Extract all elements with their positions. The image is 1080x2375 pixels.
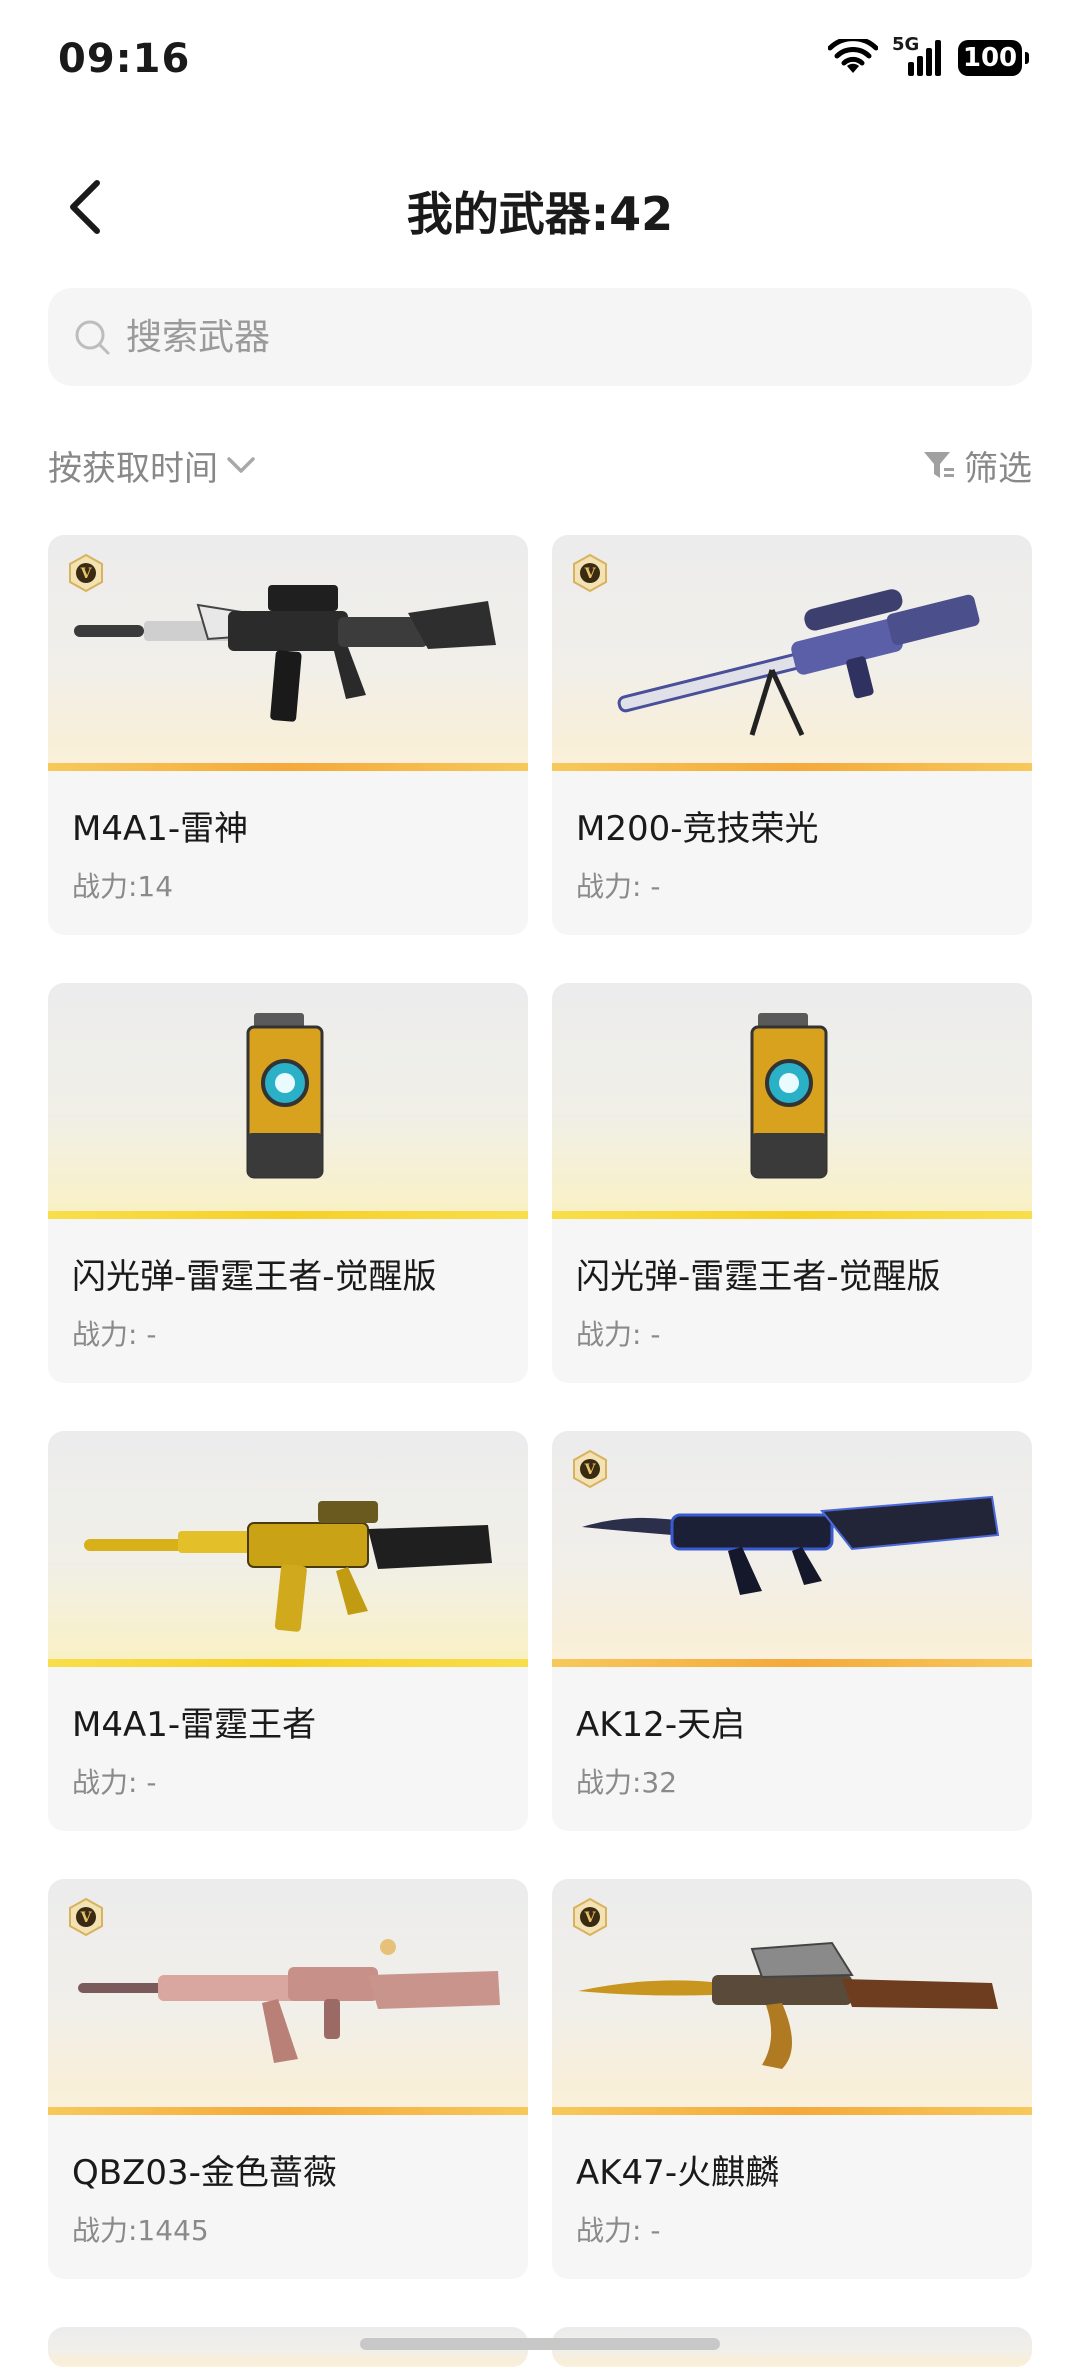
weapon-image-area	[552, 983, 1032, 1219]
page-title: 我的武器:42	[406, 187, 674, 241]
rarity-stripe	[552, 1211, 1032, 1219]
weapon-power: 战力: -	[576, 1318, 661, 1351]
rifle-image	[582, 1495, 1000, 1595]
rarity-stripe	[48, 2107, 528, 2115]
sniper-rifle-image	[617, 589, 980, 737]
weapon-power: 战力: -	[576, 2214, 661, 2247]
weapon-card[interactable]: M4A1-雷霆王者 战力: -	[48, 1431, 528, 1831]
weapon-power: 战力:32	[576, 1766, 678, 1799]
weapon-image-area: V	[552, 535, 1032, 771]
sort-label: 按获取时间	[48, 448, 218, 489]
weapon-name: M200-竞技荣光	[576, 809, 819, 849]
weapon-card[interactable]: V M200-竞技荣光 战力: -	[552, 535, 1032, 935]
rarity-stripe	[48, 1659, 528, 1667]
weapon-card[interactable]: V AK47-火麒麟 战力: -	[552, 1879, 1032, 2279]
battery-indicator: 100	[958, 40, 1029, 76]
weapon-power: 战力: -	[72, 1318, 157, 1351]
rarity-stripe	[48, 1211, 528, 1219]
weapon-image-area: V	[48, 1879, 528, 2115]
rifle-image	[74, 585, 496, 722]
status-icons: 5G 100	[828, 34, 1029, 78]
weapon-image-area	[48, 1431, 528, 1667]
filter-icon	[924, 452, 954, 478]
nav-bar: 我的武器:42	[0, 150, 1080, 260]
weapon-card[interactable]: V QBZ03-金色蔷薇 战力:1445	[48, 1879, 528, 2279]
weapon-power: 战力:1445	[72, 2214, 209, 2247]
search-icon	[75, 320, 110, 355]
weapon-name: AK47-火麒麟	[576, 2153, 780, 2193]
wifi-icon	[828, 39, 878, 73]
rarity-stripe	[552, 2107, 1032, 2115]
rifle-image	[578, 1941, 998, 2069]
weapon-name: QBZ03-金色蔷薇	[72, 2153, 337, 2193]
weapon-card[interactable]: V M4A1-雷神 战力:14	[48, 535, 528, 935]
search-bar[interactable]	[48, 288, 1032, 386]
weapon-name: M4A1-雷神	[72, 809, 249, 849]
weapon-card[interactable]: V AK12-天启 战力:32	[552, 1431, 1032, 1831]
home-indicator[interactable]	[360, 2338, 720, 2350]
weapon-name: 闪光弹-雷霆王者-觉醒版	[576, 1257, 941, 1297]
cellular-signal-icon: 5G	[892, 34, 944, 78]
search-input[interactable]	[124, 315, 928, 359]
status-time: 09:16	[58, 36, 191, 82]
status-bar: 09:16 5G 100	[0, 0, 1080, 120]
sort-dropdown[interactable]: 按获取时间	[48, 441, 256, 490]
sort-filter-row: 按获取时间 筛选	[48, 435, 1032, 495]
weapon-image-area: V	[552, 1431, 1032, 1667]
weapon-name: AK12-天启	[576, 1705, 746, 1745]
filter-button[interactable]: 筛选	[922, 441, 1032, 490]
weapon-power: 战力: -	[72, 1766, 157, 1799]
weapon-card[interactable]: 闪光弹-雷霆王者-觉醒版 战力: -	[552, 983, 1032, 1383]
weapon-name: M4A1-雷霆王者	[72, 1705, 317, 1745]
weapon-name: 闪光弹-雷霆王者-觉醒版	[72, 1257, 437, 1297]
flashbang-image	[246, 1013, 324, 1179]
chevron-down-icon	[227, 457, 255, 473]
rifle-image	[84, 1501, 492, 1632]
weapon-image-area: V	[552, 1879, 1032, 2115]
weapon-card[interactable]: 闪光弹-雷霆王者-觉醒版 战力: -	[48, 983, 528, 1383]
weapon-power: 战力:14	[72, 870, 174, 903]
rifle-image	[78, 1939, 500, 2063]
flashbang-image	[750, 1013, 828, 1179]
weapon-image-area: V	[48, 535, 528, 771]
weapon-power: 战力: -	[576, 870, 661, 903]
weapon-image-area	[48, 983, 528, 1219]
rarity-stripe	[48, 763, 528, 771]
filter-label: 筛选	[964, 448, 1032, 489]
rarity-stripe	[552, 1659, 1032, 1667]
rarity-stripe	[552, 763, 1032, 771]
